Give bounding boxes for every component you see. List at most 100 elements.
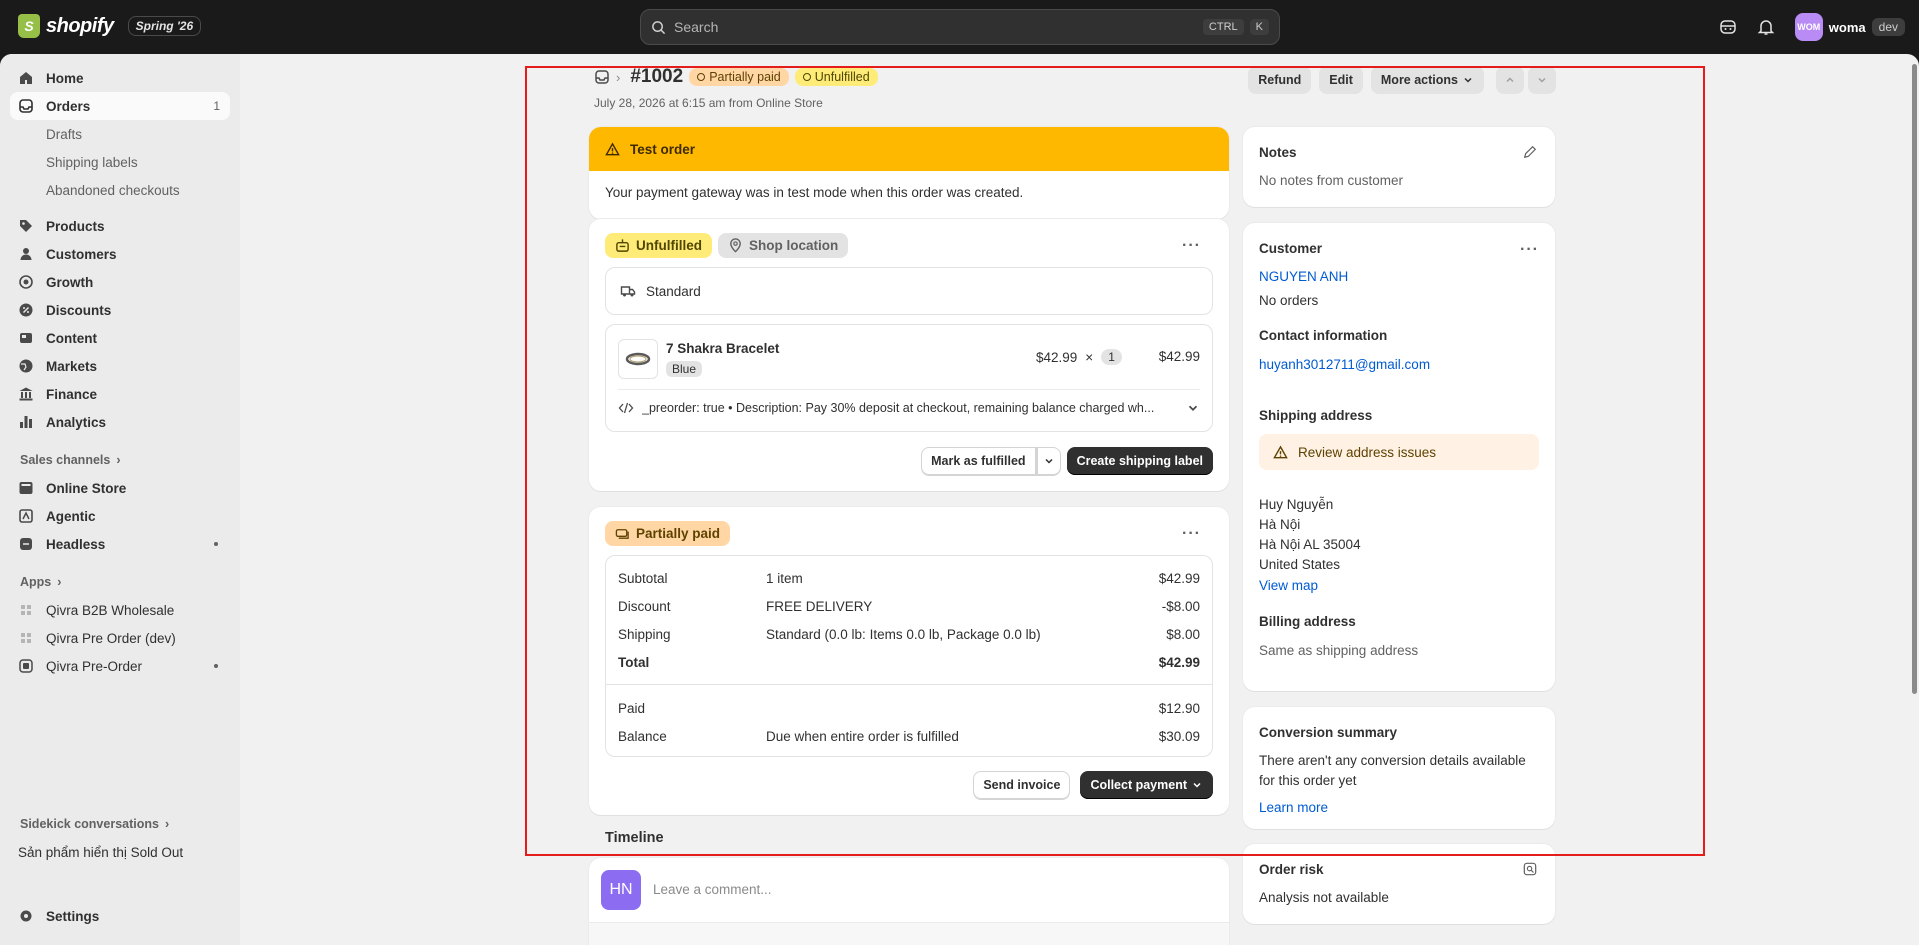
status-dot (214, 664, 218, 668)
page-header: › #1002 Partially paid Unfulfilled July … (594, 66, 1556, 110)
more-horizontal-icon[interactable]: ··· (1182, 525, 1201, 543)
learn-more-link[interactable]: Learn more (1259, 800, 1328, 815)
mark-fulfilled-dropdown-button[interactable] (1035, 447, 1061, 475)
truck-icon (620, 286, 636, 297)
address-line: Hà Nội AL 35004 (1259, 537, 1361, 552)
sidebar-item-agentic[interactable]: Agentic (10, 502, 230, 530)
mark-as-fulfilled-button[interactable]: Mark as fulfilled (921, 447, 1036, 475)
sidebar-item-abandoned-checkouts[interactable]: Abandoned checkouts (10, 176, 230, 204)
sidebar-item-growth[interactable]: Growth (10, 268, 230, 296)
edition-badge[interactable]: Spring '26 (127, 16, 202, 36)
row-amount: $30.09 (1158, 728, 1200, 744)
test-order-banner: Test order Your payment gateway was in t… (589, 127, 1229, 219)
sidebar-item-discounts[interactable]: Discounts (10, 296, 230, 324)
collect-payment-button[interactable]: Collect payment (1080, 771, 1213, 799)
fulfillment-icon (616, 239, 629, 252)
sidebar-item-analytics[interactable]: Analytics (10, 408, 230, 436)
sidebar: Home Orders 1 Drafts Shipping labels Aba… (0, 54, 240, 945)
edit-button[interactable]: Edit (1319, 66, 1363, 94)
sidebar-item-label: Finance (46, 386, 98, 402)
sidebar-item-online-store[interactable]: Online Store (10, 474, 230, 502)
target-icon (19, 275, 33, 289)
shopify-logo[interactable]: S shopify Spring '26 (18, 14, 202, 38)
more-horizontal-icon[interactable]: ··· (1182, 237, 1201, 255)
sidebar-item-app-b2b[interactable]: Qivra B2B Wholesale (10, 596, 230, 624)
sidebar-item-settings[interactable]: Settings (10, 902, 230, 930)
refund-button[interactable]: Refund (1248, 66, 1312, 94)
search-input[interactable]: Search CTRL K (640, 9, 1280, 45)
sidebar-item-home[interactable]: Home (10, 64, 230, 92)
sidebar-item-content[interactable]: Content (10, 324, 230, 352)
location-badge: Shop location (718, 233, 849, 258)
send-invoice-button[interactable]: Send invoice (973, 771, 1071, 799)
sidekick-conversation-item[interactable]: Sản phẩm hiển thị Sold Out (10, 838, 230, 866)
chevron-down-icon[interactable] (1186, 401, 1200, 415)
line-total: $42.99 (1158, 349, 1200, 364)
sidebar-item-label: Sản phẩm hiển thị Sold Out (18, 844, 184, 860)
kbd-k: K (1249, 19, 1269, 35)
sidebar-item-app-preorder-dev[interactable]: Qivra Pre Order (dev) (10, 624, 230, 652)
mark-fulfilled-split-button: Mark as fulfilled (921, 447, 1061, 475)
sidebar-item-customers[interactable]: Customers (10, 240, 230, 268)
payment-row-discount: Discount FREE DELIVERY -$8.00 (618, 596, 1200, 616)
more-actions-button[interactable]: More actions (1370, 66, 1484, 94)
next-order-button[interactable] (1528, 66, 1556, 94)
review-address-issues-banner[interactable]: Review address issues (1259, 434, 1539, 470)
line-item-properties[interactable]: _preorder: true • Description: Pay 30% d… (618, 401, 1200, 415)
notes-card: Notes No notes from customer (1243, 127, 1555, 207)
kbd-ctrl: CTRL (1202, 19, 1244, 35)
scrollbar-thumb[interactable] (1912, 64, 1917, 694)
sidebar-item-headless[interactable]: Headless (10, 530, 230, 558)
conversion-text: for this order yet (1259, 773, 1357, 788)
sidebar-section-sales-channels[interactable]: Sales channels › (10, 446, 230, 474)
sidebar-item-label: Markets (46, 358, 98, 374)
sidekick-icon[interactable] (1719, 18, 1737, 36)
customer-email-link[interactable]: huyanh3012711@gmail.com (1259, 357, 1430, 372)
row-desc: FREE DELIVERY (766, 598, 873, 614)
comment-input[interactable]: Leave a comment... (653, 882, 772, 897)
payment-card: Partially paid ··· Subtotal 1 item $42.9… (589, 507, 1229, 815)
sidebar-item-products[interactable]: Products (10, 212, 230, 240)
sidebar-item-orders[interactable]: Orders 1 (10, 92, 230, 120)
sidebar-section-sidekick[interactable]: Sidekick conversations › (10, 810, 230, 838)
chevron-down-icon (1464, 77, 1472, 83)
top-bar: S shopify Spring '26 Search CTRL K WOM w… (0, 0, 1919, 54)
sidebar-section-apps[interactable]: Apps › (10, 568, 230, 596)
product-name-link[interactable]: 7 Shakra Bracelet (666, 341, 779, 356)
sidebar-item-drafts[interactable]: Drafts (10, 120, 230, 148)
variant-badge: Blue (666, 361, 703, 377)
payment-row-shipping: Shipping Standard (0.0 lb: Items 0.0 lb,… (618, 624, 1200, 644)
sidebar-item-label: Online Store (46, 480, 127, 496)
fulfillment-card: Unfulfilled Shop location ··· Standard 7… (589, 219, 1229, 491)
line-item: 7 Shakra Bracelet Blue $42.99 × 1 $42.99… (605, 324, 1213, 432)
chevron-down-icon (1538, 77, 1546, 83)
sidebar-item-label: Customers (46, 246, 117, 262)
sidebar-item-shipping-labels[interactable]: Shipping labels (10, 148, 230, 176)
row-label: Paid (618, 700, 646, 716)
sidebar-item-finance[interactable]: Finance (10, 380, 230, 408)
chevron-down-icon (1193, 782, 1201, 788)
previous-order-button[interactable] (1496, 66, 1524, 94)
brand-text: shopify (46, 14, 114, 37)
more-horizontal-icon[interactable]: ··· (1520, 241, 1539, 259)
risk-analysis-icon[interactable] (1523, 862, 1537, 876)
view-map-link[interactable]: View map (1259, 578, 1318, 593)
person-icon (20, 248, 32, 260)
customer-name-link[interactable]: NGUYEN ANH (1259, 269, 1348, 284)
bar-chart-icon (20, 416, 32, 428)
orders-inbox-icon[interactable] (594, 69, 610, 85)
product-thumbnail[interactable] (618, 339, 658, 379)
scrollbar[interactable] (1909, 54, 1919, 945)
pencil-icon[interactable] (1523, 145, 1537, 159)
sidebar-item-app-preorder[interactable]: Qivra Pre-Order (10, 652, 230, 680)
conversion-text: There aren't any conversion details avai… (1259, 753, 1526, 768)
badge-label: Partially paid (709, 70, 781, 84)
bell-icon[interactable] (1757, 18, 1775, 36)
sidebar-item-label: Agentic (46, 508, 96, 524)
sidebar-item-label: Orders (46, 98, 91, 114)
store-switcher[interactable]: WOM woma dev (1794, 13, 1905, 41)
circle-icon (802, 73, 811, 81)
sidebar-item-markets[interactable]: Markets (10, 352, 230, 380)
create-shipping-label-button[interactable]: Create shipping label (1066, 447, 1213, 475)
banner-text: Review address issues (1298, 444, 1437, 460)
